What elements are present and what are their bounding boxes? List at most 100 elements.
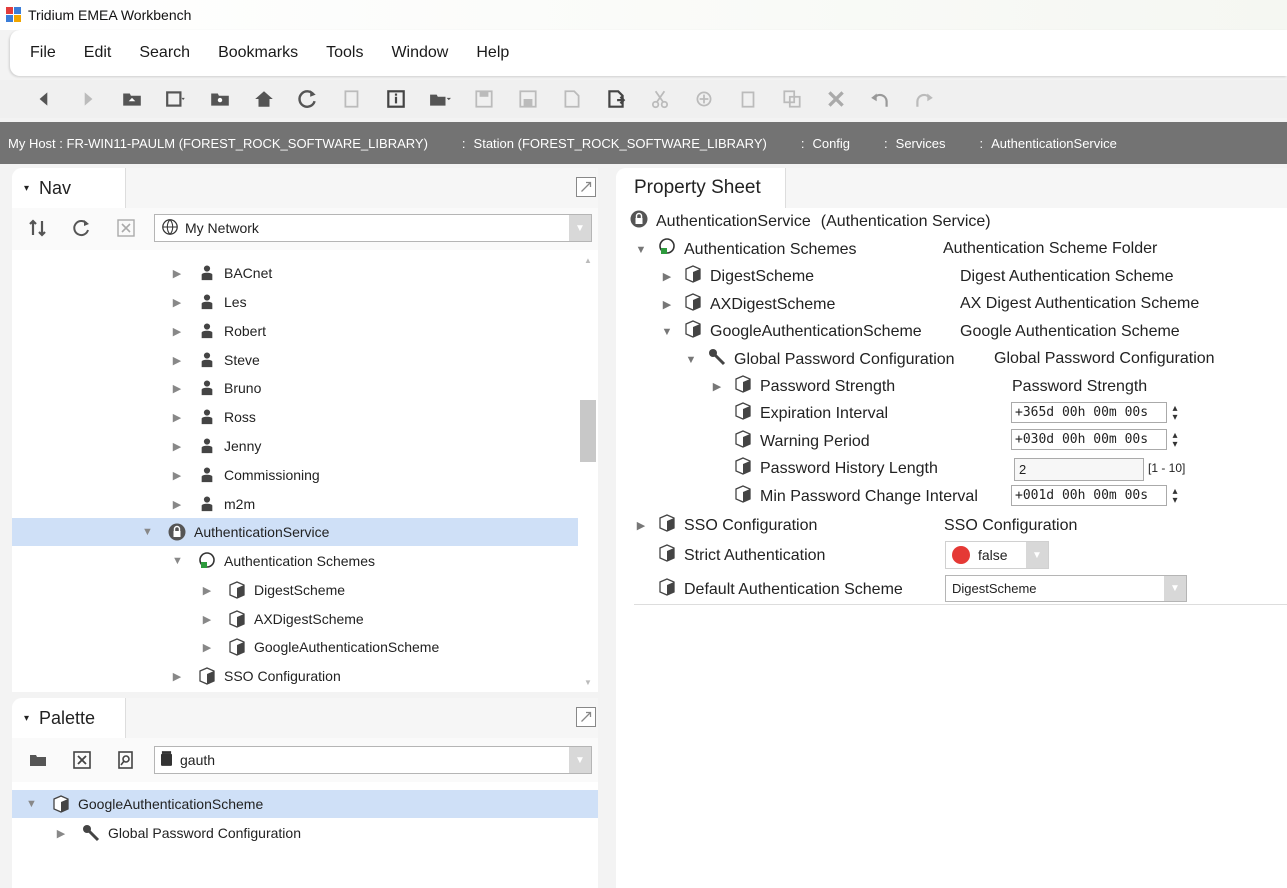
expand-arrow-icon[interactable]: ▶	[172, 296, 182, 309]
collapse-arrow-icon[interactable]: ▼	[660, 326, 674, 338]
close-icon[interactable]	[116, 218, 136, 241]
paste-icon[interactable]	[730, 84, 766, 114]
nav-scrollbar[interactable]: ▲ ▼	[580, 256, 596, 687]
collapse-arrow-icon[interactable]: ▼	[26, 798, 37, 810]
maximize-icon[interactable]	[576, 707, 596, 727]
scroll-down-icon[interactable]: ▼	[584, 678, 592, 687]
scrollbar-thumb[interactable]	[580, 400, 596, 462]
palette-item-google-authentication-scheme[interactable]: ▼ GoogleAuthenticationScheme	[12, 790, 598, 818]
menu-tools[interactable]: Tools	[326, 44, 363, 62]
tree-item-sso-configuration[interactable]: ▶ SSO Configuration	[172, 662, 341, 690]
menu-file[interactable]: File	[30, 44, 56, 62]
expand-arrow-icon[interactable]: ▶	[172, 354, 182, 367]
expand-arrow-icon[interactable]: ▶	[56, 827, 66, 840]
copy-icon[interactable]	[686, 84, 722, 114]
expand-arrow-icon[interactable]: ▶	[172, 382, 182, 395]
maximize-icon[interactable]	[576, 177, 596, 197]
expand-arrow-icon[interactable]: ▶	[660, 270, 674, 283]
chevron-down-icon[interactable]: ▾	[24, 713, 29, 724]
strict-authentication-select[interactable]: false ▼	[945, 541, 1049, 569]
chevron-down-icon[interactable]: ▼	[1026, 542, 1048, 568]
expand-arrow-icon[interactable]: ▶	[172, 411, 182, 424]
warning-period-field[interactable]: +030d 00h 00m 00s	[1011, 429, 1167, 450]
expand-arrow-icon[interactable]: ▶	[172, 469, 182, 482]
tree-item-authentication-service[interactable]: ▼ AuthenticationService	[12, 518, 578, 546]
expand-arrow-icon[interactable]: ▶	[634, 519, 648, 532]
delete-icon[interactable]	[818, 84, 854, 114]
tab-palette[interactable]: ▾ Palette	[12, 698, 126, 738]
close-icon[interactable]	[72, 750, 92, 773]
chevron-down-icon[interactable]: ▾	[24, 183, 29, 194]
spinner-arrows-icon[interactable]: ▴ ▾	[1169, 487, 1181, 506]
tab-property-sheet[interactable]: Property Sheet	[616, 168, 786, 208]
back-arrow-icon[interactable]	[26, 84, 62, 114]
chevron-down-icon[interactable]: ▼	[1164, 576, 1186, 601]
scroll-up-icon[interactable]: ▲	[584, 256, 592, 265]
breadcrumb-station[interactable]: Station (FOREST_ROCK_SOFTWARE_LIBRARY)	[474, 136, 767, 151]
tree-item-user[interactable]: ▶ Jenny	[172, 432, 262, 460]
chevron-down-icon[interactable]: ▼	[569, 747, 591, 773]
capture-folder-icon[interactable]	[202, 84, 238, 114]
expand-arrow-icon[interactable]: ▶	[172, 267, 182, 280]
expand-arrow-icon[interactable]: ▶	[710, 380, 724, 393]
refresh-icon[interactable]	[290, 84, 326, 114]
expand-arrow-icon[interactable]: ▶	[660, 298, 674, 311]
menu-window[interactable]: Window	[391, 44, 448, 62]
spinner-arrows-icon[interactable]: ▴ ▾	[1169, 404, 1181, 423]
chevron-down-icon[interactable]: ▼	[569, 215, 591, 241]
palette-item-global-password-configuration[interactable]: ▶ Global Password Configuration	[56, 819, 301, 847]
tree-item-user[interactable]: ▶ Bruno	[172, 374, 262, 402]
tree-item-scheme[interactable]: ▶ GoogleAuthenticationScheme	[202, 633, 439, 661]
duplicate-icon[interactable]	[774, 84, 810, 114]
breadcrumb-authentication-service[interactable]: AuthenticationService	[991, 136, 1117, 151]
tree-item-user[interactable]: ▶ Steve	[172, 346, 260, 374]
tree-item-scheme[interactable]: ▶ DigestScheme	[202, 576, 345, 604]
prop-row-authentication-schemes[interactable]: ▼ Authentication Schemes	[634, 236, 857, 263]
collapse-arrow-icon[interactable]: ▼	[634, 244, 648, 256]
tree-item-user[interactable]: ▶ BACnet	[172, 259, 272, 287]
tree-item-user[interactable]: ▶ m2m	[172, 490, 255, 518]
expand-arrow-icon[interactable]: ▶	[172, 670, 182, 683]
spinner-arrows-icon[interactable]: ▴ ▾	[1169, 431, 1181, 450]
home-icon[interactable]	[246, 84, 282, 114]
tree-item-user[interactable]: ▶ Ross	[172, 403, 256, 431]
reload-document-icon[interactable]	[334, 84, 370, 114]
tree-item-authentication-schemes[interactable]: ▼ Authentication Schemes	[172, 547, 375, 575]
refresh-icon[interactable]	[72, 218, 92, 241]
tree-item-user[interactable]: ▶ Les	[172, 288, 247, 316]
prop-row-sso-configuration[interactable]: ▶ SSO Configuration	[634, 512, 817, 539]
collapse-arrow-icon[interactable]: ▼	[142, 526, 153, 538]
breadcrumb-host[interactable]: My Host : FR-WIN11-PAULM (FOREST_ROCK_SO…	[8, 136, 428, 151]
prop-row-password-strength[interactable]: ▶ Password Strength	[710, 373, 895, 400]
tab-nav[interactable]: ▾ Nav	[12, 168, 126, 208]
menu-search[interactable]: Search	[139, 44, 190, 62]
tree-item-user[interactable]: ▶ Commissioning	[172, 461, 320, 489]
save-icon[interactable]	[466, 84, 502, 114]
prop-row-global-password-configuration[interactable]: ▼ Global Password Configuration	[684, 346, 955, 373]
find-icon[interactable]	[116, 750, 136, 773]
tree-item-user[interactable]: ▶ Robert	[172, 317, 266, 345]
expand-arrow-icon[interactable]: ▶	[202, 641, 212, 654]
password-history-length-field[interactable]: 2	[1014, 458, 1144, 481]
cut-icon[interactable]	[642, 84, 678, 114]
expand-arrow-icon[interactable]: ▶	[172, 440, 182, 453]
new-document-icon[interactable]	[598, 84, 634, 114]
breadcrumb-services[interactable]: Services	[896, 136, 946, 151]
breadcrumb-config[interactable]: Config	[812, 136, 850, 151]
expand-arrow-icon[interactable]: ▶	[172, 498, 182, 511]
menu-edit[interactable]: Edit	[84, 44, 112, 62]
undo-icon[interactable]	[862, 84, 898, 114]
nav-root-selector[interactable]: My Network ▼	[154, 214, 592, 242]
info-icon[interactable]	[378, 84, 414, 114]
collapse-arrow-icon[interactable]: ▼	[684, 354, 698, 366]
open-folder-icon[interactable]	[28, 750, 50, 773]
prop-row-digest-scheme[interactable]: ▶ DigestScheme	[660, 263, 814, 290]
collapse-arrow-icon[interactable]: ▼	[172, 555, 183, 567]
forward-arrow-icon[interactable]	[70, 84, 106, 114]
menu-help[interactable]: Help	[476, 44, 509, 62]
export-icon[interactable]	[554, 84, 590, 114]
side-bar-toggle-icon[interactable]	[158, 84, 194, 114]
folder-up-icon[interactable]	[114, 84, 150, 114]
palette-module-selector[interactable]: gauth ▼	[154, 746, 592, 774]
save-all-icon[interactable]	[510, 84, 546, 114]
